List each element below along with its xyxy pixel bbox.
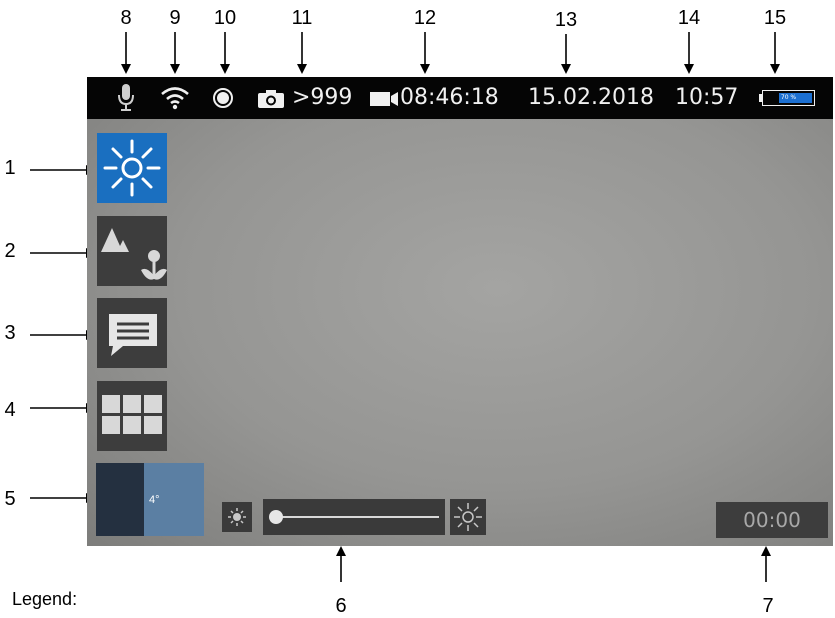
sun-small-icon	[228, 508, 246, 526]
slider-knob[interactable]	[269, 510, 283, 524]
record-icon	[213, 88, 233, 108]
camera-icon	[258, 90, 284, 108]
camera-screen: >999 08:46:18 15.02.2018 10:57 70 % 4° 0…	[87, 77, 833, 546]
video-camera-icon	[370, 92, 398, 106]
brightness-slider[interactable]	[263, 499, 445, 535]
image-mode-icon	[101, 228, 167, 280]
thumbnail-label: 4°	[149, 494, 160, 506]
battery-label: 70 %	[780, 94, 797, 101]
brightness-button[interactable]	[97, 133, 167, 203]
recording-timer: 00:00	[716, 502, 828, 538]
date: 15.02.2018	[528, 85, 654, 110]
sun-large-icon	[454, 503, 482, 531]
time: 10:57	[675, 85, 739, 110]
brightness-decrease-button[interactable]	[222, 502, 252, 532]
photo-count: >999	[292, 85, 353, 110]
microphone-icon	[118, 84, 134, 111]
wifi-icon	[161, 87, 189, 110]
brightness-icon	[103, 139, 161, 197]
brightness-increase-button[interactable]	[450, 499, 486, 535]
image-mode-button[interactable]	[97, 216, 167, 286]
message-button[interactable]	[97, 298, 167, 368]
grid-menu-icon	[102, 395, 162, 434]
slider-track	[277, 516, 439, 518]
status-bar: >999 08:46:18 15.02.2018 10:57 70 %	[87, 77, 833, 119]
grid-menu-button[interactable]	[97, 381, 167, 451]
last-image-thumbnail[interactable]: 4°	[96, 463, 204, 536]
message-icon	[109, 314, 157, 356]
battery-icon: 70 %	[759, 90, 817, 106]
video-duration: 08:46:18	[400, 85, 499, 110]
